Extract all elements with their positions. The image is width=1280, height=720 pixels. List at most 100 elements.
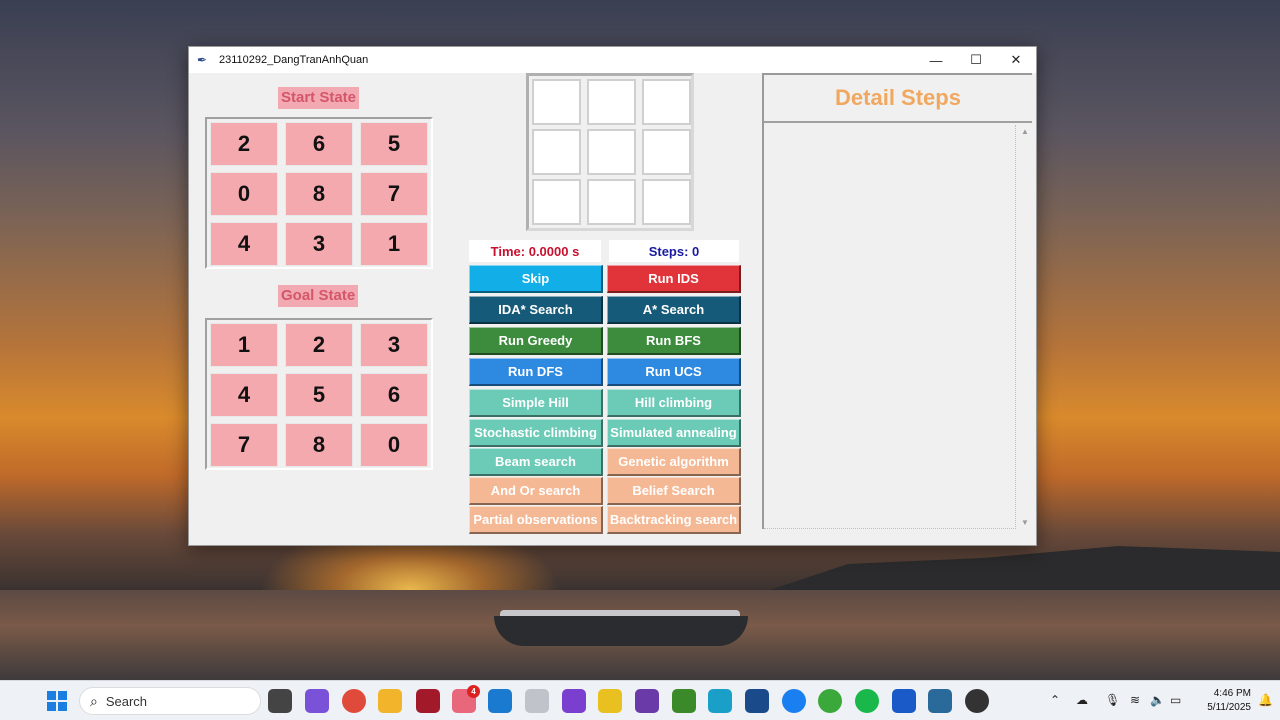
app-window: ✒ 23110292_DangTranAnhQuan — ☐ ✕ Start S…: [188, 46, 1037, 546]
taskbar: ⌕ Search 4 ⌃ ☁ 🎙 ≋ 🔈 ▭ 4:46 PM 5/11/2025…: [0, 680, 1280, 720]
start-state-label: Start State: [278, 87, 360, 109]
algorithm-button[interactable]: Run BFS: [607, 327, 741, 355]
algorithm-button[interactable]: Run IDS: [607, 265, 741, 293]
desktop-boat: [494, 616, 748, 646]
puzzle-cell: [532, 179, 581, 225]
puzzle-cell: [587, 129, 636, 175]
app-icon-green[interactable]: [672, 689, 696, 713]
vscode-icon[interactable]: [488, 689, 512, 713]
puzzle-cell: [642, 129, 691, 175]
app-icon-grid[interactable]: [525, 689, 549, 713]
start-tile[interactable]: 6: [285, 122, 353, 166]
algorithm-button[interactable]: And Or search: [469, 477, 603, 505]
search-placeholder: Search: [105, 693, 148, 709]
chrome-icon[interactable]: [342, 689, 366, 713]
close-button[interactable]: ✕: [996, 47, 1036, 73]
python-icon[interactable]: [928, 689, 952, 713]
goal-state-label: Goal State: [278, 285, 359, 307]
start-tile[interactable]: 1: [360, 222, 428, 266]
start-tile[interactable]: 7: [360, 172, 428, 216]
cloud-icon[interactable]: ☁: [1076, 693, 1088, 707]
file-explorer-icon[interactable]: [378, 689, 402, 713]
app-icon-lime[interactable]: [818, 689, 842, 713]
notification-badge: 4: [467, 685, 480, 698]
time-display: Time: 0.0000 s: [469, 240, 601, 262]
goal-tile[interactable]: 3: [360, 323, 428, 367]
goal-tile[interactable]: 6: [360, 373, 428, 417]
volume-icon[interactable]: 🔈: [1150, 693, 1165, 707]
detail-scrollbar[interactable]: ▲ ▼: [1018, 125, 1032, 529]
app-icon-navy[interactable]: [745, 689, 769, 713]
title-bar[interactable]: ✒ 23110292_DangTranAnhQuan — ☐ ✕: [189, 47, 1036, 73]
algorithm-button[interactable]: Partial observations: [469, 506, 603, 534]
goal-state-grid: 1 2 3 4 5 6 7 8 0: [205, 318, 433, 470]
goal-tile[interactable]: 4: [210, 373, 278, 417]
puzzle-cell: [532, 129, 581, 175]
algorithm-button[interactable]: IDA* Search: [469, 296, 603, 324]
algorithm-button[interactable]: Beam search: [469, 448, 603, 476]
algorithm-button[interactable]: Stochastic climbing: [469, 419, 603, 447]
detail-steps-text-area[interactable]: [764, 125, 1016, 529]
algorithm-button[interactable]: Run Greedy: [469, 327, 603, 355]
algorithm-button[interactable]: Backtracking search: [607, 506, 741, 534]
algorithm-button[interactable]: A* Search: [607, 296, 741, 324]
algorithm-button[interactable]: Run DFS: [469, 358, 603, 386]
windows-start-icon[interactable]: [47, 691, 67, 711]
app-icon-dark[interactable]: [965, 689, 989, 713]
scroll-up-icon[interactable]: ▲: [1020, 127, 1030, 136]
taskbar-search[interactable]: ⌕ Search: [79, 687, 261, 715]
maximize-button[interactable]: ☐: [956, 47, 996, 73]
clock-date: 5/11/2025: [1207, 702, 1251, 713]
puzzle-board: [526, 73, 694, 231]
algorithm-button[interactable]: Hill climbing: [607, 389, 741, 417]
visual-studio-icon[interactable]: [635, 689, 659, 713]
algorithm-button[interactable]: Genetic algorithm: [607, 448, 741, 476]
goal-tile[interactable]: 7: [210, 423, 278, 467]
chevron-up-icon[interactable]: ⌃: [1050, 693, 1060, 707]
app-icon-teal[interactable]: [708, 689, 732, 713]
messenger-icon[interactable]: [782, 689, 806, 713]
puzzle-cell: [587, 79, 636, 125]
start-tile[interactable]: 5: [360, 122, 428, 166]
clock-time: 4:46 PM: [1213, 688, 1251, 699]
notification-bell-icon[interactable]: 🔔: [1258, 693, 1273, 707]
detail-steps-title: Detail Steps: [764, 75, 1032, 123]
start-tile[interactable]: 8: [285, 172, 353, 216]
search-icon: ⌕: [90, 692, 98, 709]
spotify-icon[interactable]: [855, 689, 879, 713]
system-clock[interactable]: 4:46 PM 5/11/2025: [1195, 687, 1251, 715]
window-controls: — ☐ ✕: [916, 47, 1036, 73]
app-icon-red[interactable]: [416, 689, 440, 713]
goal-tile[interactable]: 0: [360, 423, 428, 467]
puzzle-cell: [642, 79, 691, 125]
puzzle-cell: [532, 79, 581, 125]
zalo-icon[interactable]: 4: [452, 685, 480, 713]
goal-tile[interactable]: 8: [285, 423, 353, 467]
task-view-icon[interactable]: [268, 689, 292, 713]
goal-tile[interactable]: 2: [285, 323, 353, 367]
goal-tile[interactable]: 1: [210, 323, 278, 367]
word-icon[interactable]: [892, 689, 916, 713]
app-icon-purple[interactable]: [562, 689, 586, 713]
wifi-icon[interactable]: ≋: [1130, 693, 1140, 707]
start-tile[interactable]: 4: [210, 222, 278, 266]
scroll-down-icon[interactable]: ▼: [1020, 518, 1030, 527]
steps-display: Steps: 0: [609, 240, 739, 262]
copilot-icon[interactable]: [305, 689, 329, 713]
algorithm-button[interactable]: Simple Hill: [469, 389, 603, 417]
battery-icon[interactable]: ▭: [1170, 693, 1181, 707]
start-tile[interactable]: 0: [210, 172, 278, 216]
puzzle-cell: [642, 179, 691, 225]
algorithm-button[interactable]: Belief Search: [607, 477, 741, 505]
app-icon-yellow[interactable]: [598, 689, 622, 713]
goal-tile[interactable]: 5: [285, 373, 353, 417]
microphone-icon[interactable]: 🎙: [1105, 693, 1120, 707]
minimize-button[interactable]: —: [916, 47, 956, 73]
algorithm-button[interactable]: Simulated annealing: [607, 419, 741, 447]
algorithm-button[interactable]: Skip: [469, 265, 603, 293]
start-tile[interactable]: 3: [285, 222, 353, 266]
start-tile[interactable]: 2: [210, 122, 278, 166]
start-state-grid: 2 6 5 0 8 7 4 3 1: [205, 117, 433, 269]
puzzle-cell: [587, 179, 636, 225]
algorithm-button[interactable]: Run UCS: [607, 358, 741, 386]
